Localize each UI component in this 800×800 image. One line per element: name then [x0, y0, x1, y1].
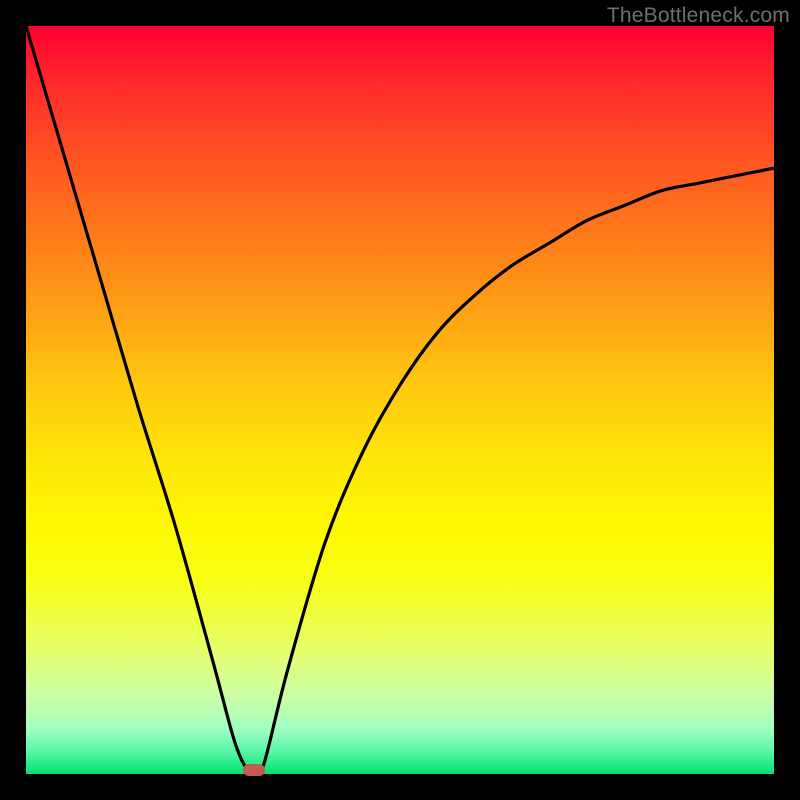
bottleneck-curve — [26, 26, 774, 774]
curve-path — [26, 26, 774, 774]
chart-plot-area — [26, 26, 774, 774]
watermark-text: TheBottleneck.com — [607, 4, 790, 28]
optimal-point-marker — [243, 764, 265, 776]
